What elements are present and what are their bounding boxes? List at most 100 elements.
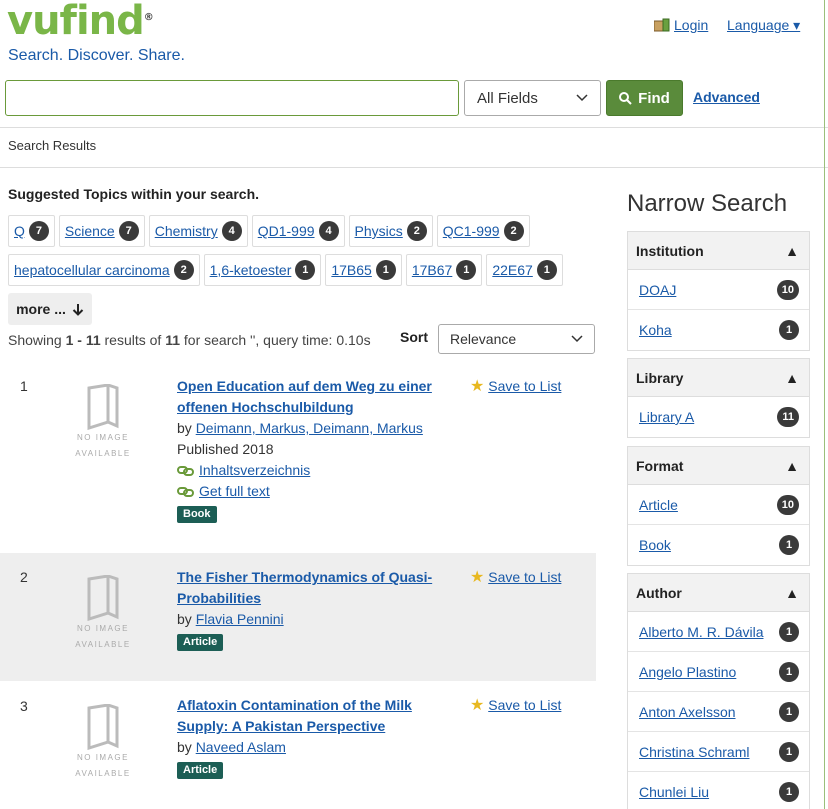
count-badge: 1 (779, 320, 799, 340)
suggested-topics-row-2: hepatocellular carcinoma 2 1,6-ketoester 1… (8, 254, 563, 286)
topic-item[interactable]: Science 7 (58, 215, 145, 247)
topic-item[interactable]: Chemistry 4 (148, 215, 248, 247)
arrow-down-icon (72, 303, 84, 316)
result-authors: by Naveed Aslam (177, 739, 286, 755)
link-icon (177, 486, 194, 497)
result-number: 2 (20, 569, 28, 585)
breadcrumb: Search Results (0, 127, 828, 168)
facet-item[interactable]: Library A 11 (628, 397, 809, 437)
no-image-thumbnail: NO IMAGE AVAILABLE (70, 575, 136, 655)
results-summary: Showing 1 - 11 results of 11 for search … (8, 332, 371, 348)
facet-item[interactable]: Koha 1 (628, 310, 809, 350)
find-button[interactable]: Find (606, 80, 683, 116)
author-link[interactable]: Naveed Aslam (196, 739, 286, 755)
login-icon (653, 18, 670, 32)
sort-label: Sort (400, 329, 428, 345)
count-badge: 1 (536, 260, 557, 280)
count-badge: 11 (777, 407, 799, 427)
facet-item[interactable]: Article 10 (628, 485, 809, 525)
collapse-up-icon: ▲ (785, 457, 799, 474)
facet-item[interactable]: Anton Axelsson 1 (628, 692, 809, 732)
facet-item[interactable]: Angelo Plastino 1 (628, 652, 809, 692)
chevron-down-icon (576, 94, 588, 102)
format-badge: Article (177, 634, 224, 651)
count-badge: 4 (318, 221, 339, 241)
search-input[interactable] (5, 80, 459, 116)
star-icon: ★ (470, 378, 485, 395)
search-field-selected: All Fields (477, 89, 538, 107)
star-icon: ★ (470, 697, 485, 714)
count-badge: 2 (406, 221, 427, 241)
count-badge: 10 (776, 494, 799, 515)
collapse-up-icon: ▲ (785, 242, 799, 259)
result-item: 1 NO IMAGE AVAILABLE Open Education auf … (0, 362, 596, 537)
login-link[interactable]: Login (653, 17, 708, 33)
link-icon (177, 465, 194, 476)
count-badge: 1 (779, 782, 799, 802)
book-icon (87, 704, 119, 750)
suggested-topics-title: Suggested Topics within your search. (8, 186, 260, 202)
count-badge: 2 (503, 221, 524, 241)
count-badge: 2 (173, 260, 194, 280)
topic-item[interactable]: 1,6-ketoester 1 (203, 254, 322, 286)
book-icon (87, 384, 119, 430)
result-title[interactable]: The Fisher Thermodynamics of Quasi-Proba… (177, 569, 432, 606)
collapse-up-icon: ▲ (785, 584, 799, 601)
vufind-logo[interactable]: vufind® (7, 0, 154, 42)
format-badge: Book (177, 506, 217, 523)
save-to-list-link[interactable]: ★ Save to List (470, 376, 568, 397)
result-item: 2 NO IMAGE AVAILABLE The Fisher Thermody… (0, 553, 596, 681)
result-number: 1 (20, 378, 28, 394)
topic-item[interactable]: QD1-999 4 (251, 215, 345, 247)
topic-item[interactable]: hepatocellular carcinoma 2 (8, 254, 200, 286)
count-badge: 1 (375, 260, 396, 280)
save-to-list-link[interactable]: ★ Save to List (470, 695, 568, 716)
topic-item[interactable]: Q7 (8, 215, 55, 247)
topic-item[interactable]: QC1-999 2 (436, 215, 530, 247)
save-to-list-link[interactable]: ★ Save to List (470, 567, 568, 588)
facet-item[interactable]: Book 1 (628, 525, 809, 565)
count-badge: 1 (779, 661, 799, 682)
count-badge: 10 (776, 279, 799, 300)
advanced-search-link[interactable]: Advanced (693, 89, 760, 105)
tagline: Search. Discover. Share. (8, 47, 185, 64)
login-label[interactable]: Login (674, 17, 708, 33)
result-title[interactable]: Open Education auf dem Weg zu einer offe… (177, 378, 432, 415)
facet-header[interactable]: Format ▲ (628, 447, 809, 485)
language-menu[interactable]: Language ▾ (727, 17, 800, 34)
facet-header[interactable]: Library ▲ (628, 359, 809, 397)
facet-item[interactable]: Christina Schraml 1 (628, 732, 809, 772)
topic-item[interactable]: 17B67 1 (405, 254, 483, 286)
more-label: more ... (16, 301, 66, 317)
no-image-thumbnail: NO IMAGE AVAILABLE (70, 704, 136, 784)
result-item: 3 NO IMAGE AVAILABLE Aflatoxin Contamina… (0, 682, 596, 809)
topic-item[interactable]: 22E67 1 (486, 254, 563, 286)
facet-item[interactable]: Alberto M. R. Dávila 1 (628, 612, 809, 652)
facet-item[interactable]: Chunlei Liu 1 (628, 772, 809, 809)
count-badge: 1 (779, 741, 799, 762)
more-topics-button[interactable]: more ... (8, 293, 92, 325)
search-field-select[interactable]: All Fields (464, 80, 601, 116)
topic-item[interactable]: Physics 2 (348, 215, 433, 247)
sort-select[interactable]: Relevance (438, 324, 595, 354)
facet-item[interactable]: DOAJ 10 (628, 270, 809, 310)
result-authors: by Deimann, Markus, Deimann, Markus (177, 420, 423, 436)
result-number: 3 (20, 698, 28, 714)
result-title[interactable]: Aflatoxin Contamination of the Milk Supp… (177, 697, 412, 734)
author-link[interactable]: Flavia Pennini (196, 611, 284, 627)
page-edge-divider (824, 0, 825, 809)
result-link[interactable]: Inhaltsverzeichnis (177, 460, 457, 481)
facet-format: Format ▲ Article 10 Book 1 (627, 446, 810, 566)
author-link[interactable]: Deimann, Markus, Deimann, Markus (196, 420, 423, 436)
format-badge: Article (177, 762, 224, 779)
search-icon (619, 91, 632, 105)
facet-header[interactable]: Institution ▲ (628, 232, 809, 270)
star-icon: ★ (470, 569, 485, 586)
chevron-down-icon (571, 335, 583, 343)
count-badge: 1 (779, 621, 799, 642)
topic-item[interactable]: 17B65 1 (325, 254, 402, 286)
result-link[interactable]: Get full text (177, 481, 457, 502)
count-badge: 4 (221, 221, 242, 241)
facet-header[interactable]: Author ▲ (628, 574, 809, 612)
count-badge: 1 (779, 535, 799, 555)
